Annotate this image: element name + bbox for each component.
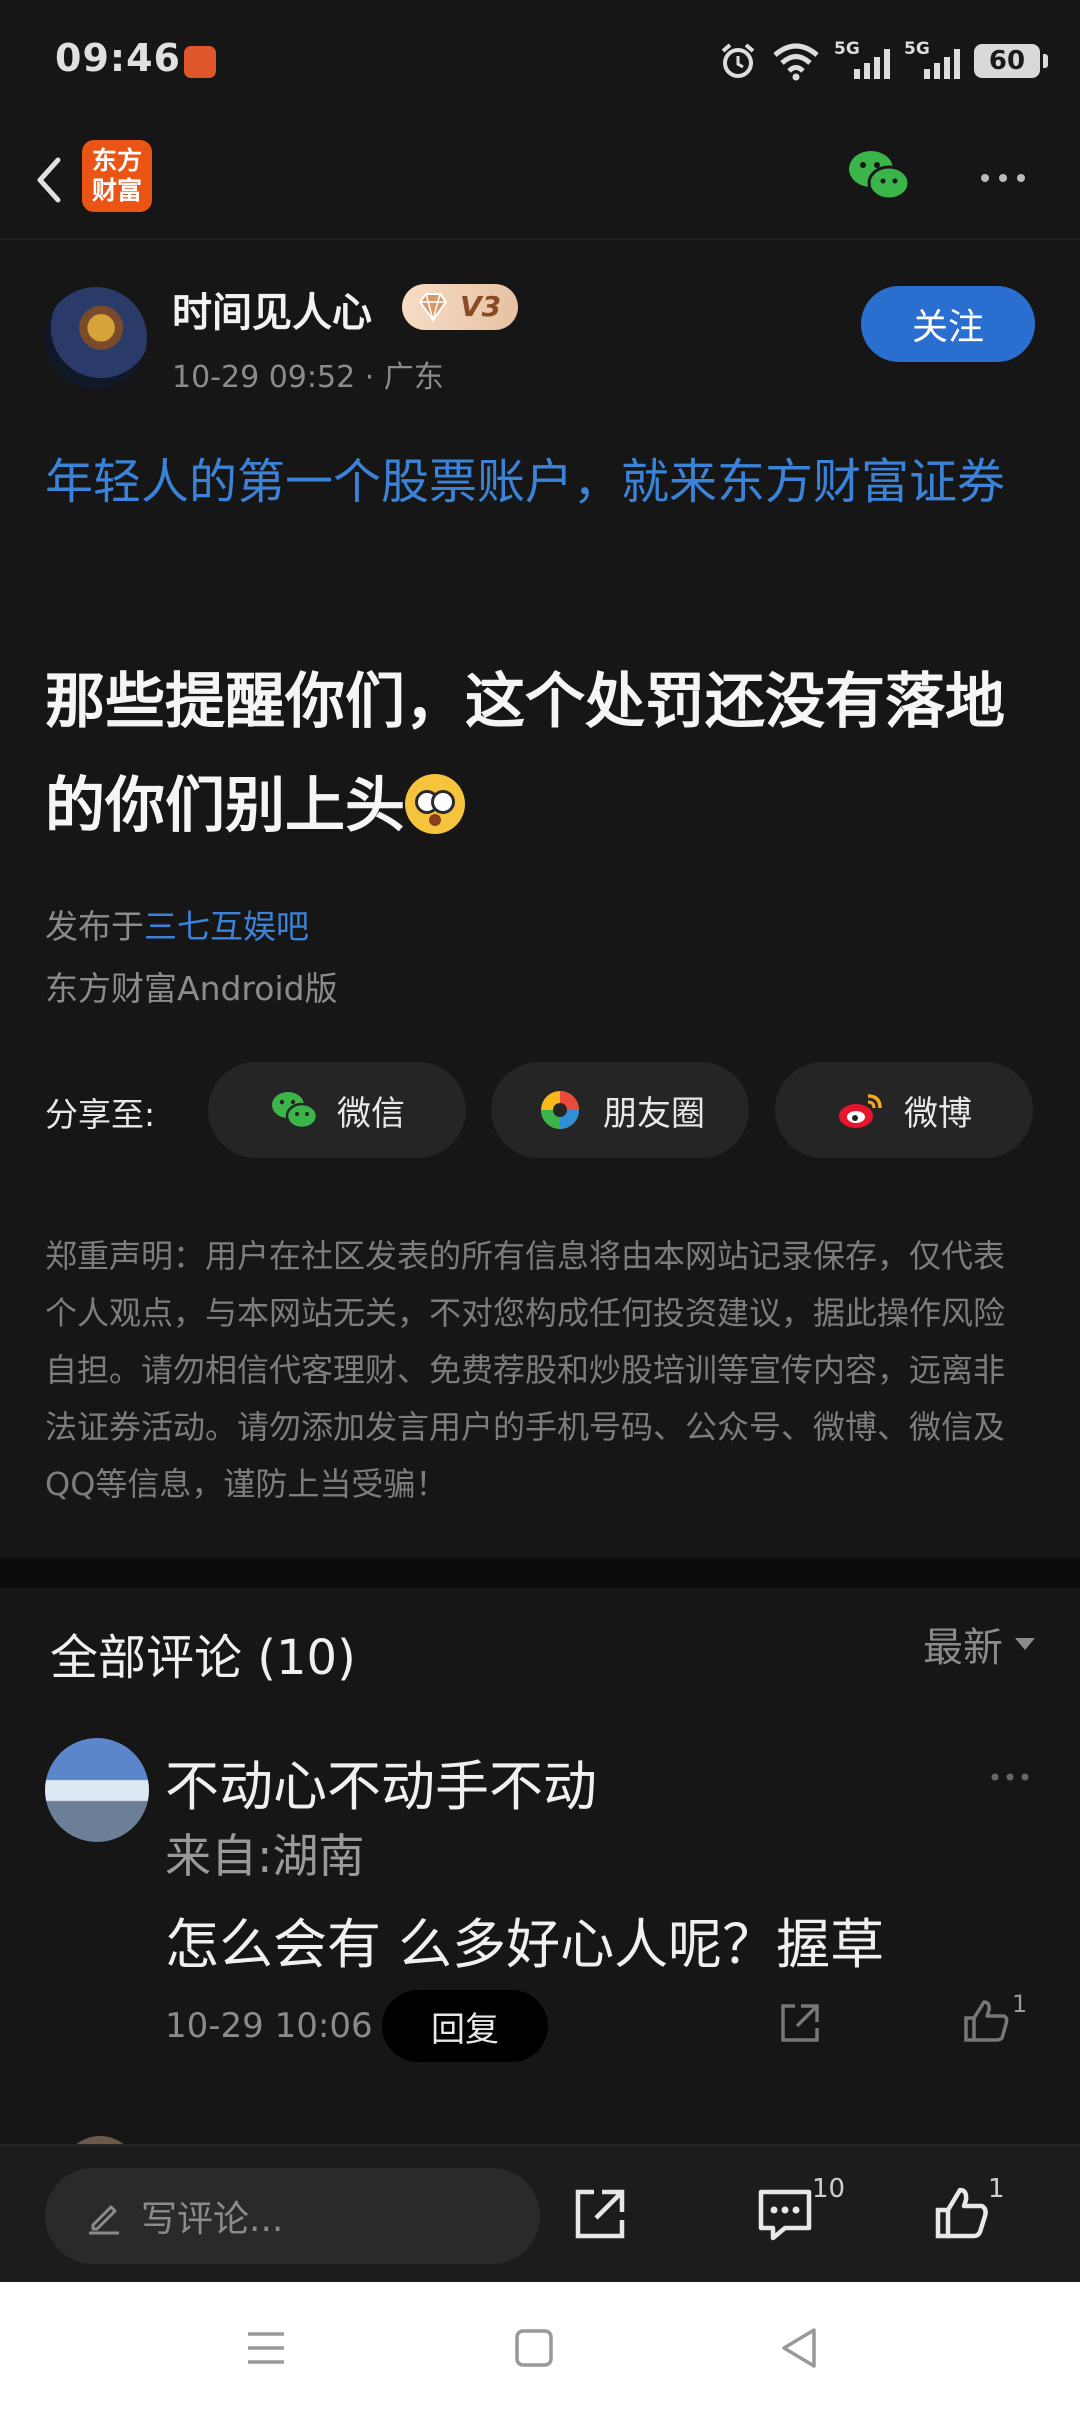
commenter-name[interactable]: 不动心不动手不动 <box>165 1742 597 1821</box>
post-source: 发布于三七互娱吧 <box>45 907 309 946</box>
status-bar: 09:46 5G 5G 60 <box>0 0 1080 120</box>
more-options-icon[interactable] <box>965 140 1041 216</box>
commenter-location: 来自:湖南 <box>165 1829 365 1883</box>
forum-link[interactable]: 三七互娱吧 <box>144 907 309 946</box>
comments-header: 全部评论 (10) <box>50 1618 356 1688</box>
comment-more-icon[interactable] <box>985 1762 1035 1792</box>
thinking-face-emoji-icon <box>405 774 465 834</box>
comment-text: 怎么会有 么多好心人呢？握草 <box>165 1913 885 1976</box>
battery-icon: 60 <box>974 44 1048 78</box>
wechat-share-icon[interactable] <box>845 145 911 205</box>
comment-icon[interactable] <box>755 2184 815 2244</box>
sort-dropdown[interactable]: 最新 <box>923 1615 1035 1673</box>
share-moments-button[interactable]: 朋友圈 <box>491 1062 749 1158</box>
commenter-avatar[interactable] <box>45 1738 149 1842</box>
like-count: 1 <box>988 2174 1005 2204</box>
level-badge: V3 <box>402 284 518 330</box>
comment-time: 10-29 10:06 <box>165 2006 373 2046</box>
level-label: V3 <box>460 290 502 323</box>
comments-title: 全部评论 <box>50 1630 243 1686</box>
back-triangle-icon[interactable] <box>772 2320 828 2376</box>
status-icons: 5G 5G 60 <box>718 36 1048 86</box>
app-logo[interactable]: 东方 财富 <box>82 140 152 212</box>
like-icon[interactable] <box>932 2184 992 2244</box>
moments-icon <box>541 1091 579 1129</box>
post-meta: 10-29 09:52 · 广东 <box>172 360 444 395</box>
sort-label: 最新 <box>923 1625 1003 1671</box>
alarm-icon <box>721 43 755 78</box>
comments-count: (10) <box>257 1630 356 1686</box>
diamond-icon <box>418 293 448 322</box>
status-time: 09:46 <box>55 36 181 80</box>
pencil-icon <box>89 2205 119 2235</box>
author-avatar[interactable] <box>45 287 147 389</box>
signal-icon: 5G <box>904 39 960 81</box>
wifi-icon <box>773 43 819 81</box>
write-comment-placeholder: 写评论... <box>141 2199 284 2240</box>
share-label: 分享至: <box>45 1095 156 1134</box>
follow-button[interactable]: 关注 <box>861 286 1035 362</box>
share-icon[interactable] <box>570 2184 630 2244</box>
share-wechat-button[interactable]: 微信 <box>208 1062 466 1158</box>
comment-like-icon[interactable] <box>960 1996 1014 2046</box>
signal-icon: 5G <box>834 39 890 81</box>
share-weibo-button[interactable]: 微博 <box>775 1062 1033 1158</box>
top-nav-bar: 东方 财富 <box>0 120 1080 240</box>
comment-like-count: 1 <box>1012 1990 1028 2018</box>
disclaimer-text: 郑重声明：用户在社区发表的所有信息将由本网站记录保存，仅代表个人观点，与本网站无… <box>45 1237 1006 1503</box>
post-client: 东方财富Android版 <box>45 969 338 1008</box>
promo-link[interactable]: 年轻人的第一个股票账户，就来东方财富证券 <box>45 443 1045 521</box>
battery-level: 60 <box>988 46 1026 76</box>
post-title: 那些提醒你们，这个处罚还没有落地的你们别上头 <box>45 650 1045 858</box>
bottom-action-bar: 写评论... 10 1 <box>0 2144 1080 2282</box>
write-comment-input[interactable]: 写评论... <box>45 2168 540 2264</box>
author-name[interactable]: 时间见人心 <box>172 280 372 338</box>
recent-apps-icon[interactable] <box>238 2320 294 2376</box>
weibo-icon <box>839 1094 882 1128</box>
comment-count: 10 <box>812 2174 846 2204</box>
reply-button[interactable]: 回复 <box>382 1990 548 2062</box>
section-divider <box>0 1558 1080 1588</box>
post-title-text: 那些提醒你们，这个处罚还没有落地的你们别上头 <box>45 667 1005 841</box>
comment-share-icon[interactable] <box>775 1998 825 2048</box>
wechat-icon <box>272 1092 319 1130</box>
app-notification-icon <box>184 46 216 78</box>
screen: 09:46 5G 5G 60 东方 财富 时间见人心 V3 10-29 09:5… <box>0 0 1080 2412</box>
system-nav-bar <box>0 2282 1080 2412</box>
caret-down-icon <box>1015 1638 1035 1650</box>
home-icon[interactable] <box>506 2320 562 2376</box>
